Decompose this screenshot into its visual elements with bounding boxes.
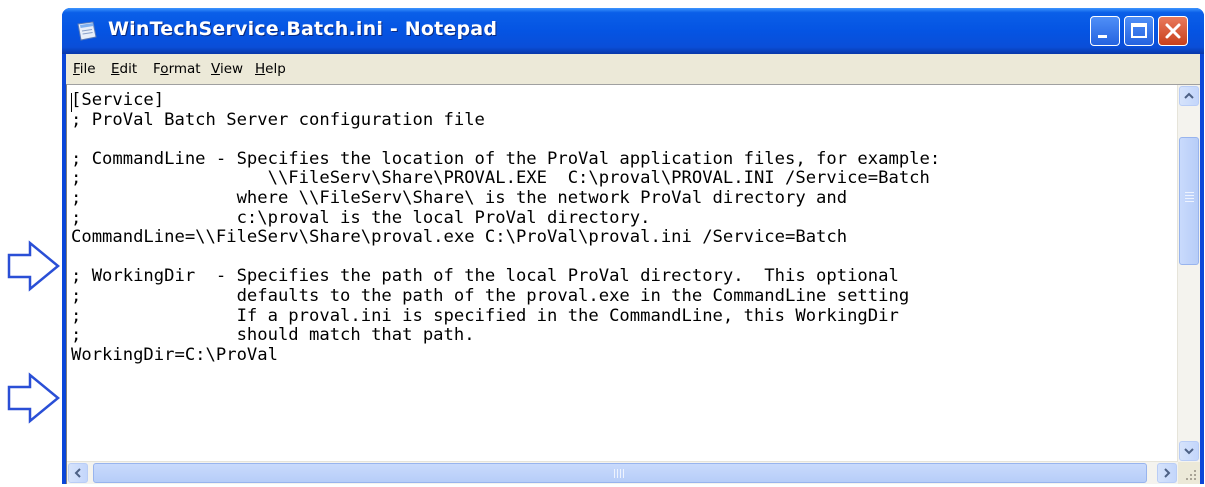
horizontal-scrollbar[interactable] [67,461,1178,484]
scroll-up-button[interactable] [1179,86,1199,106]
editor-text[interactable]: [Service]; ProVal Batch Server configura… [71,91,1171,451]
vertical-scroll-thumb[interactable] [1179,137,1199,265]
editor-line: ; c:\proval is the local ProVal director… [71,207,651,228]
minimize-button[interactable] [1090,16,1120,46]
notepad-icon[interactable] [76,21,98,41]
window-client: File Edit Format View Help [Service]; Pr… [66,54,1200,484]
close-icon [1165,23,1181,39]
editor-line: ; If a proval.ini is specified in the Co… [71,305,899,326]
editor-line: ; CommandLine - Specifies the location o… [71,148,941,169]
maximize-icon [1131,23,1147,38]
scroll-right-button[interactable] [1157,463,1177,483]
minimize-icon [1098,35,1107,38]
menu-format[interactable]: Format [153,61,201,77]
editor-line: ; \\FileServ\Share\PROVAL.EXE C:\proval\… [71,168,930,189]
annotation-arrow-icon [6,238,62,294]
horizontal-scroll-thumb[interactable] [93,463,1147,483]
maximize-button[interactable] [1124,16,1154,46]
resize-grip-icon[interactable] [1178,462,1200,484]
title-bar[interactable]: WinTechService.Batch.ini - Notepad [62,8,1204,54]
text-editor[interactable]: [Service]; ProVal Batch Server configura… [66,84,1200,484]
menu-help[interactable]: Help [255,61,286,77]
editor-line: WorkingDir=C:\ProVal [71,344,278,365]
notepad-window: WinTechService.Batch.ini - Notepad File … [62,8,1204,484]
editor-line: ; ProVal Batch Server configuration file [71,109,485,130]
editor-line: ; should match that path. [71,325,475,346]
chevron-up-icon [1184,92,1194,99]
menu-edit[interactable]: Edit [111,61,137,77]
editor-line: ; where \\FileServ\Share\ is the network… [71,187,848,208]
annotation-arrow-icon [6,370,62,426]
editor-line: CommandLine=\\FileServ\Share\proval.exe … [71,227,848,248]
menu-view[interactable]: View [211,61,243,77]
chevron-left-icon [74,468,81,478]
scroll-left-button[interactable] [68,463,88,483]
window-title: WinTechService.Batch.ini - Notepad [108,18,498,40]
text-caret [71,93,72,112]
menu-bar: File Edit Format View Help [66,54,1200,84]
editor-line: ; defaults to the path of the proval.exe… [71,285,910,306]
scroll-down-button[interactable] [1179,441,1199,461]
close-button[interactable] [1158,16,1188,46]
chevron-down-icon [1184,448,1194,455]
vertical-scrollbar[interactable] [1177,85,1200,462]
chevron-right-icon [1164,468,1171,478]
menu-file[interactable]: File [73,61,96,77]
editor-line: [Service] [71,91,165,110]
editor-line: ; WorkingDir - Specifies the path of the… [71,266,899,287]
